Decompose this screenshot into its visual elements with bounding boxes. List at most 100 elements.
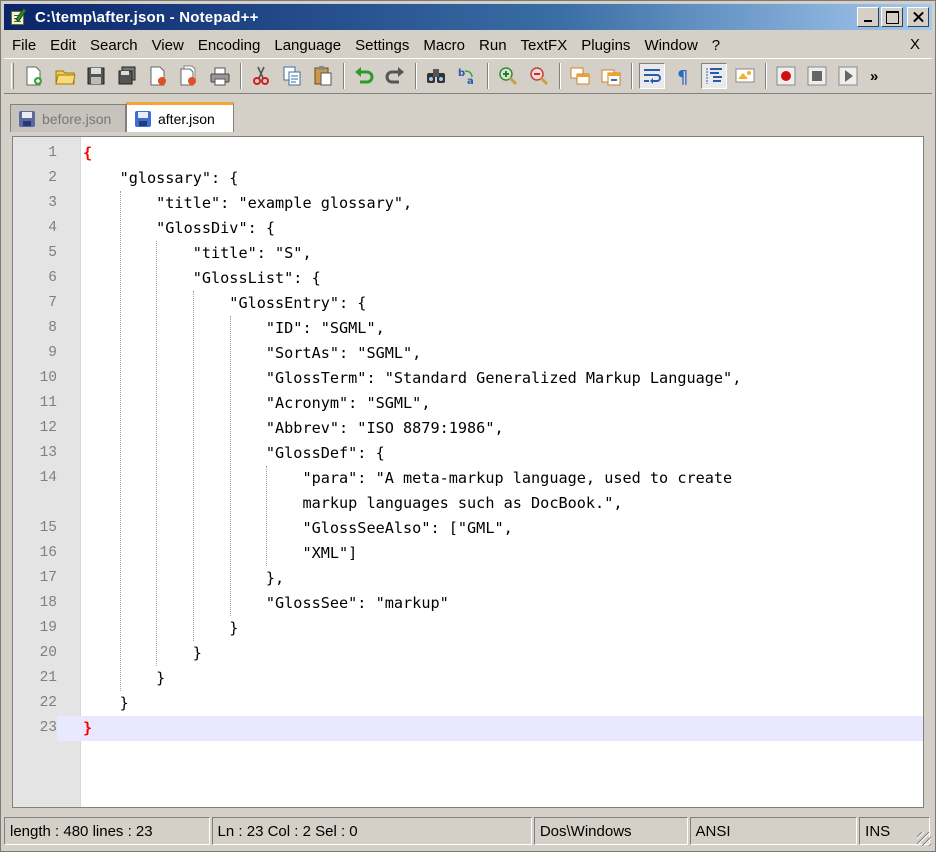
menu-edit[interactable]: Edit: [43, 35, 83, 57]
code-line[interactable]: 17 },: [13, 566, 923, 591]
notepadpp-app-icon[interactable]: [10, 8, 28, 26]
minimize-button[interactable]: [857, 7, 879, 27]
status-eol-format[interactable]: Dos\Windows: [533, 817, 688, 845]
close-document-button[interactable]: X: [910, 36, 920, 53]
code-line[interactable]: 15 "GlossSeeAlso": ["GML",: [13, 516, 923, 541]
status-cursor-position: Ln : 23 Col : 2 Sel : 0: [211, 817, 532, 845]
toolbar-overflow-chevron-icon[interactable]: »: [870, 68, 879, 85]
line-number: 23: [13, 716, 57, 741]
code-line[interactable]: 20 }: [13, 641, 923, 666]
menu-language[interactable]: Language: [267, 35, 348, 57]
svg-text:b: b: [458, 68, 465, 79]
code-text: "glossary": {: [83, 169, 239, 187]
user-defined-language-icon[interactable]: [732, 63, 758, 89]
code-line[interactable]: 21 }: [13, 666, 923, 691]
line-number: 3: [48, 195, 57, 211]
line-number: 4: [48, 220, 57, 236]
menu-settings[interactable]: Settings: [348, 35, 416, 57]
sync-horizontal-icon[interactable]: [598, 63, 624, 89]
indent-guide-icon[interactable]: [701, 63, 727, 89]
redo-icon[interactable]: [382, 63, 408, 89]
menu-window[interactable]: Window: [637, 35, 704, 57]
maximize-button[interactable]: [881, 7, 903, 27]
stop-macro-icon[interactable]: [804, 63, 830, 89]
indent-guide: [156, 241, 158, 666]
tab-before-json[interactable]: before.json: [10, 104, 126, 132]
saved-file-icon: [19, 110, 35, 127]
open-file-icon[interactable]: [52, 63, 78, 89]
line-number: 9: [48, 345, 57, 361]
cut-icon[interactable]: [248, 63, 274, 89]
code-line[interactable]: 9 "SortAs": "SGML",: [13, 341, 923, 366]
code-line[interactable]: 3 "title": "example glossary",: [13, 191, 923, 216]
save-all-icon[interactable]: [114, 63, 140, 89]
indent-guide: [119, 191, 121, 691]
code-text: "SortAs": "SGML",: [83, 344, 422, 362]
find-icon[interactable]: [423, 63, 449, 89]
zoom-out-icon[interactable]: [526, 63, 552, 89]
code-line[interactable]: 6 "GlossList": {: [13, 266, 923, 291]
code-line[interactable]: 14 "para": "A meta-markup language, used…: [13, 466, 923, 491]
menu-search[interactable]: Search: [83, 35, 145, 57]
status-encoding[interactable]: ANSI: [689, 817, 858, 845]
replace-icon[interactable]: ba: [454, 63, 480, 89]
code-line[interactable]: 22 }: [13, 691, 923, 716]
code-line[interactable]: 1{: [13, 141, 923, 166]
code-line[interactable]: 23}: [13, 716, 923, 741]
menu-help[interactable]: ?: [705, 35, 727, 57]
code-line[interactable]: 16 "XML"]: [13, 541, 923, 566]
line-number: 8: [48, 320, 57, 336]
line-number: 7: [48, 295, 57, 311]
word-wrap-icon[interactable]: [639, 63, 665, 89]
code-line[interactable]: 10 "GlossTerm": "Standard Generalized Ma…: [13, 366, 923, 391]
line-number: [13, 491, 57, 516]
title-bar[interactable]: C:\temp\after.json - Notepad++: [4, 4, 932, 30]
paste-icon[interactable]: [310, 63, 336, 89]
play-macro-icon[interactable]: [835, 63, 861, 89]
code-text: "title": "S",: [83, 244, 312, 262]
code-line[interactable]: 2 "glossary": {: [13, 166, 923, 191]
toolbar: ba ¶ »: [4, 58, 932, 94]
menu-run[interactable]: Run: [472, 35, 514, 57]
code-line[interactable]: 13 "GlossDef": {: [13, 441, 923, 466]
menu-view[interactable]: View: [145, 35, 191, 57]
close-all-icon[interactable]: [176, 63, 202, 89]
resize-grip[interactable]: [917, 832, 931, 846]
line-number: 13: [39, 445, 57, 461]
line-number: 12: [39, 420, 57, 436]
menu-plugins[interactable]: Plugins: [574, 35, 637, 57]
tab-after-json[interactable]: after.json: [126, 102, 234, 132]
code-text: "XML"]: [83, 544, 358, 562]
menu-textfx[interactable]: TextFX: [514, 35, 575, 57]
code-line[interactable]: 11 "Acronym": "SGML",: [13, 391, 923, 416]
copy-icon[interactable]: [279, 63, 305, 89]
code-text: "ID": "SGML",: [83, 319, 385, 337]
line-number: 2: [48, 170, 57, 186]
code-line[interactable]: 19 }: [13, 616, 923, 641]
sync-vertical-icon[interactable]: [567, 63, 593, 89]
print-icon[interactable]: [207, 63, 233, 89]
menu-macro[interactable]: Macro: [416, 35, 472, 57]
zoom-in-icon[interactable]: [495, 63, 521, 89]
undo-icon[interactable]: [351, 63, 377, 89]
code-line[interactable]: 4 "GlossDiv": {: [13, 216, 923, 241]
show-all-chars-icon[interactable]: ¶: [670, 63, 696, 89]
toolbar-grip[interactable]: [11, 63, 14, 89]
record-macro-icon[interactable]: [773, 63, 799, 89]
code-line[interactable]: 12 "Abbrev": "ISO 8879:1986",: [13, 416, 923, 441]
save-icon[interactable]: [83, 63, 109, 89]
toolbar-separator: [240, 63, 242, 89]
close-window-button[interactable]: [907, 7, 929, 27]
menu-encoding[interactable]: Encoding: [191, 35, 268, 57]
code-line[interactable]: 5 "title": "S",: [13, 241, 923, 266]
menu-file[interactable]: File: [4, 35, 43, 57]
code-line[interactable]: 8 "ID": "SGML",: [13, 316, 923, 341]
new-file-icon[interactable]: [21, 63, 47, 89]
code-text: }: [83, 619, 239, 637]
code-editor[interactable]: 1{2 "glossary": {3 "title": "example glo…: [12, 136, 924, 808]
close-file-icon[interactable]: [145, 63, 171, 89]
code-line[interactable]: markup languages such as DocBook.",: [13, 491, 923, 516]
line-number: 21: [39, 670, 57, 686]
code-line[interactable]: 7 "GlossEntry": {: [13, 291, 923, 316]
code-line[interactable]: 18 "GlossSee": "markup": [13, 591, 923, 616]
